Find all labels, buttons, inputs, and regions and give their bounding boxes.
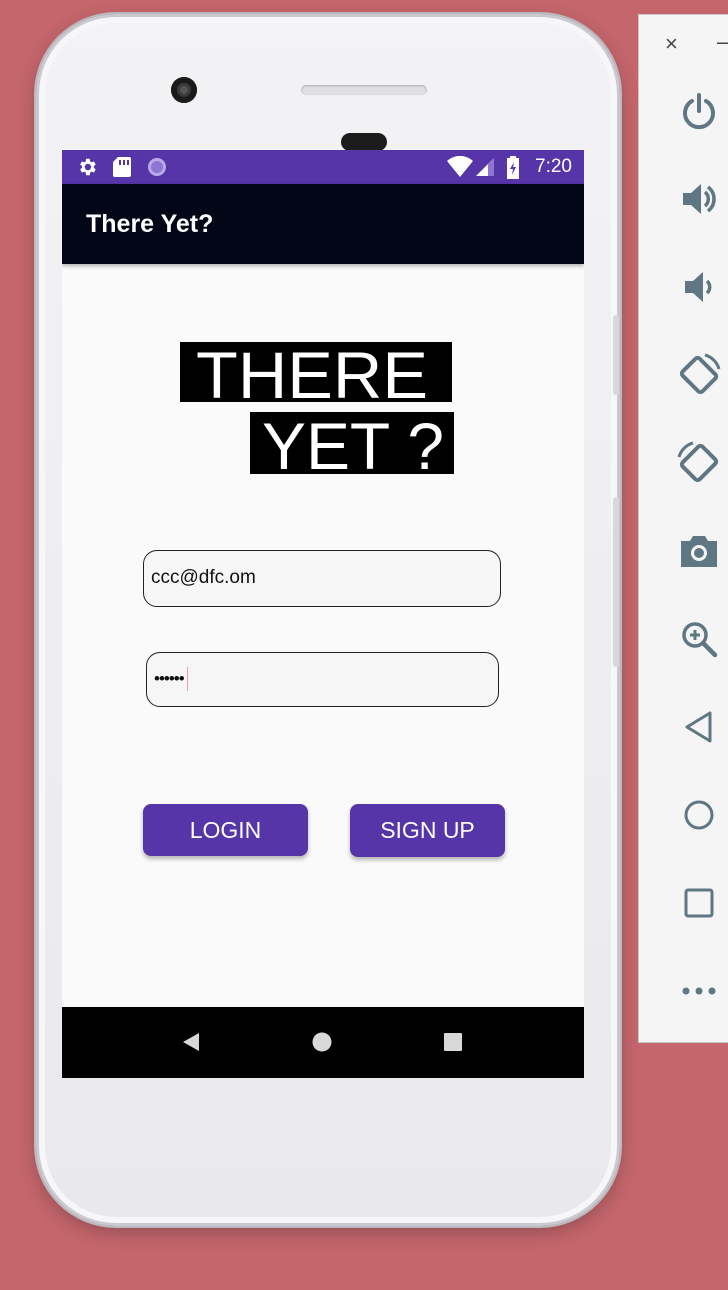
minimize-button[interactable]: – [717, 29, 728, 55]
volume-down-button[interactable] [675, 263, 723, 311]
camera-icon [681, 536, 717, 567]
logo-line-2: YET ? [262, 409, 444, 474]
there-yet-logo: THERE YET ? [180, 342, 454, 474]
power-icon [683, 93, 715, 130]
circle-notification-icon [148, 158, 166, 176]
app-title: There Yet? [86, 210, 214, 238]
signup-button[interactable]: SIGN UP [350, 804, 505, 857]
power-button[interactable] [675, 87, 723, 135]
volume-up-button[interactable] [675, 175, 723, 223]
back-icon [685, 711, 712, 743]
sd-card-icon [113, 157, 131, 177]
text-cursor [186, 666, 188, 691]
login-button[interactable]: LOGIN [143, 804, 308, 856]
signal-icon [476, 158, 494, 176]
more-button[interactable] [675, 967, 723, 1015]
wifi-icon [447, 156, 473, 177]
more-icon [682, 987, 716, 995]
logo-line-1: THERE [196, 342, 428, 412]
email-field[interactable]: ccc@dfc.om [143, 550, 501, 607]
rotate-left-icon [679, 353, 721, 395]
battery-icon [507, 156, 519, 179]
recents-icon[interactable] [444, 1033, 462, 1051]
back-icon[interactable] [182, 1032, 200, 1052]
password-field[interactable]: •••••• [146, 652, 499, 707]
emulator-toolbar: × – [638, 14, 728, 1043]
home-icon [684, 800, 714, 830]
proximity-sensor [341, 133, 387, 151]
status-bar: 7:20 [62, 150, 584, 184]
phone-power-button [613, 315, 619, 395]
navigation-bar [62, 1007, 584, 1078]
volume-down-icon [685, 272, 712, 302]
earpiece-speaker [301, 85, 427, 95]
front-camera [171, 77, 197, 103]
rotate-right-icon [677, 441, 719, 483]
password-value: •••••• [154, 669, 185, 688]
overview-icon [684, 888, 714, 918]
emulator-overview-button[interactable] [675, 879, 723, 927]
status-time: 7:20 [535, 156, 572, 177]
home-icon[interactable] [312, 1032, 332, 1052]
zoom-icon [682, 622, 718, 658]
rotate-left-button[interactable] [675, 351, 723, 399]
volume-up-icon [683, 184, 716, 214]
screenshot-button[interactable] [675, 527, 723, 575]
zoom-button[interactable] [675, 615, 723, 663]
rotate-right-button[interactable] [675, 439, 723, 487]
phone-volume-button [613, 497, 619, 667]
app-bar: There Yet? [62, 184, 584, 264]
emulator-back-button[interactable] [675, 703, 723, 751]
close-button[interactable]: × [665, 31, 678, 57]
phone-screen: 7:20 There Yet? THERE YET ? ccc@dfc.om •… [62, 150, 584, 1078]
settings-icon [80, 158, 96, 176]
emulator-home-button[interactable] [675, 791, 723, 839]
email-value: ccc@dfc.om [151, 567, 256, 588]
